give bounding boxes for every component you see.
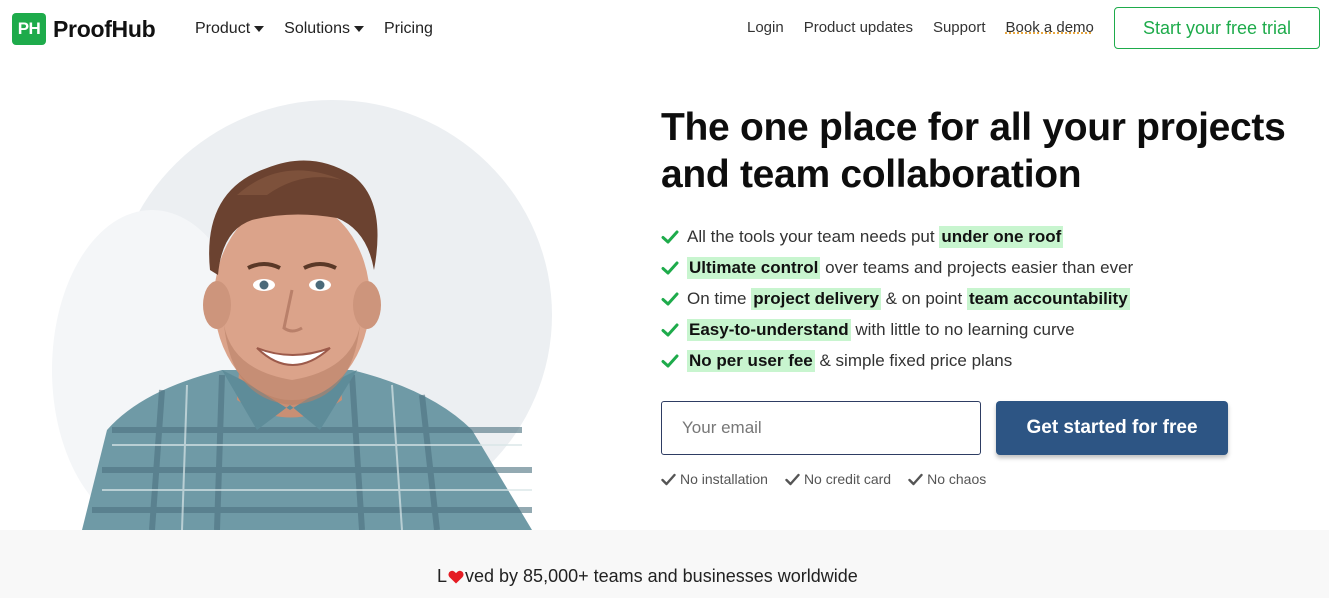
checkmark-icon <box>661 473 676 485</box>
nav-product[interactable]: Product <box>195 20 265 38</box>
feature-text: & on point <box>880 288 967 308</box>
assurance-label: No chaos <box>927 471 987 487</box>
feature-text: over teams and projects easier than ever <box>820 257 1134 277</box>
email-input[interactable] <box>661 401 981 455</box>
checkmark-icon <box>661 354 679 367</box>
heart-icon <box>448 570 464 583</box>
assurance-list: No installation No credit card No chaos <box>661 471 1003 487</box>
assurance-item: No installation <box>661 471 768 487</box>
feature-text: On time <box>687 288 752 308</box>
checkmark-icon <box>661 292 679 305</box>
caret-down-icon <box>353 26 364 32</box>
assurance-item: No chaos <box>908 471 986 487</box>
logo-mark: PH <box>12 13 46 45</box>
feature-text: with little to no learning curve <box>850 319 1075 339</box>
feature-highlight: Easy-to-understand <box>687 318 851 341</box>
checkmark-icon <box>908 473 923 485</box>
support-link[interactable]: Support <box>933 19 986 36</box>
assurance-label: No installation <box>680 471 768 487</box>
social-proof-band <box>0 530 1329 598</box>
product-updates-link[interactable]: Product updates <box>804 19 913 36</box>
feature-item: All the tools your team needs put under … <box>661 221 1133 252</box>
feature-highlight: under one roof <box>939 225 1064 248</box>
nav-product-label: Product <box>195 20 251 37</box>
get-started-button[interactable]: Get started for free <box>996 401 1228 455</box>
feature-item: Easy-to-understand with little to no lea… <box>661 314 1133 345</box>
feature-list: All the tools your team needs put under … <box>661 221 1133 376</box>
nav-solutions[interactable]: Solutions <box>284 20 364 38</box>
secondary-nav: Login Product updates Support Book a dem… <box>747 19 1114 36</box>
social-proof-text: L ved by 85,000+ teams and businesses wo… <box>437 566 858 587</box>
feature-highlight: Ultimate control <box>687 256 821 279</box>
loved-prefix: L <box>437 566 448 586</box>
checkmark-icon <box>785 473 800 485</box>
checkmark-icon <box>661 261 679 274</box>
feature-highlight: No per user fee <box>687 349 815 372</box>
proofhub-logo[interactable]: PH ProofHub <box>12 13 156 45</box>
checkmark-icon <box>661 230 679 243</box>
hero-headline: The one place for all your projects and … <box>661 106 1286 196</box>
feature-item: On time project delivery & on point team… <box>661 283 1133 314</box>
nav-solutions-label: Solutions <box>284 20 350 37</box>
site-header: PH ProofHub Product Solutions Pricing Lo… <box>0 0 1329 60</box>
feature-item: No per user fee & simple fixed price pla… <box>661 345 1133 376</box>
feature-highlight: project delivery <box>751 287 881 310</box>
logo-text: ProofHub <box>53 15 156 42</box>
feature-text: & simple fixed price plans <box>814 350 1013 370</box>
assurance-item: No credit card <box>785 471 891 487</box>
main-nav: Product Solutions Pricing <box>195 20 453 38</box>
loved-suffix: ved by 85,000+ teams and businesses worl… <box>465 566 858 586</box>
start-free-trial-button[interactable]: Start your free trial <box>1114 7 1320 49</box>
feature-item: Ultimate control over teams and projects… <box>661 252 1133 283</box>
login-link[interactable]: Login <box>747 19 784 36</box>
nav-pricing[interactable]: Pricing <box>384 20 433 38</box>
caret-down-icon <box>254 26 265 32</box>
nav-pricing-label: Pricing <box>383 20 433 37</box>
assurance-label: No credit card <box>803 471 892 487</box>
feature-highlight: team accountability <box>966 287 1130 310</box>
person-illustration <box>82 160 532 530</box>
hero-person-image <box>52 100 552 530</box>
feature-text: All the tools your team needs put <box>687 226 940 246</box>
book-demo-link[interactable]: Book a demo <box>1006 19 1094 36</box>
checkmark-icon <box>661 323 679 336</box>
